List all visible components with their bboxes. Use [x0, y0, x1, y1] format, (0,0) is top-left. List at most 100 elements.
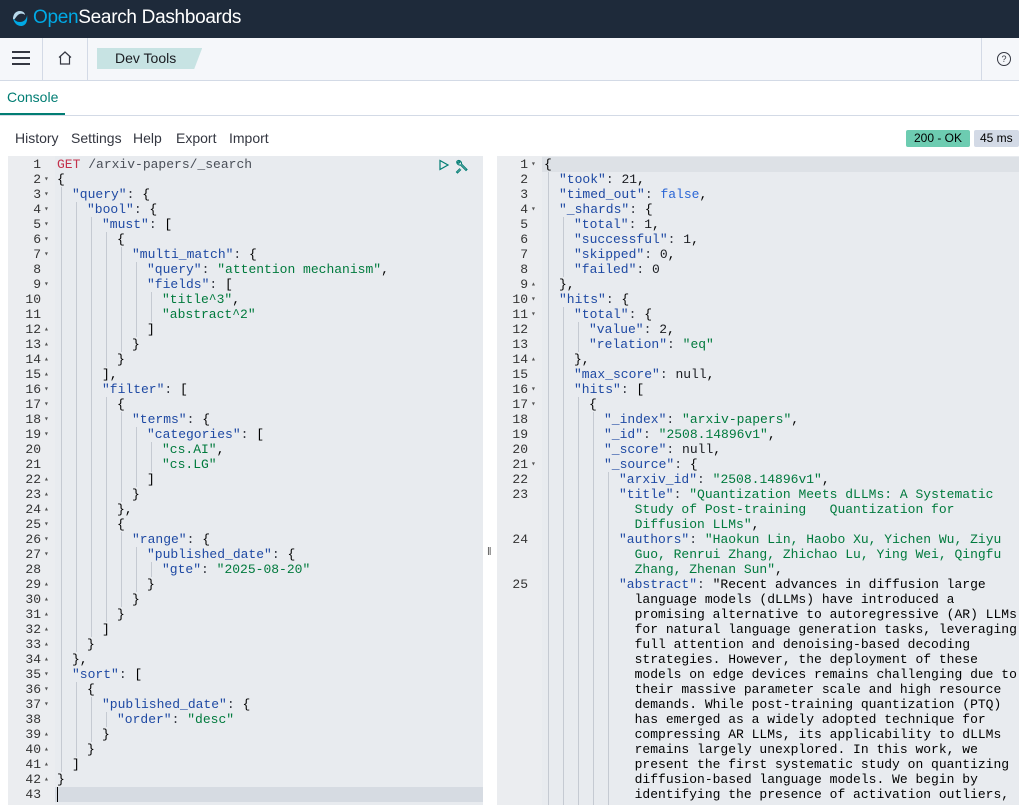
request-line-number: 29 — [25, 577, 41, 592]
fold-closed-icon[interactable]: ▴ — [44, 322, 49, 337]
hamburger-menu-icon[interactable] — [12, 51, 30, 67]
indent-guide — [548, 217, 549, 232]
fold-open-icon[interactable]: ▾ — [44, 682, 49, 697]
response-line-number: 13 — [512, 337, 528, 352]
indent-guide — [91, 262, 92, 277]
fold-open-icon[interactable]: ▾ — [44, 202, 49, 217]
indent-guide — [106, 532, 107, 547]
fold-open-icon[interactable]: ▾ — [44, 667, 49, 682]
fold-closed-icon[interactable]: ▴ — [44, 472, 49, 487]
fold-closed-icon[interactable]: ▴ — [44, 577, 49, 592]
indent-guide — [548, 322, 549, 337]
import-menu-item[interactable]: Import — [229, 130, 269, 146]
export-menu-item[interactable]: Export — [176, 130, 216, 146]
fold-open-icon[interactable]: ▾ — [44, 697, 49, 712]
fold-closed-icon[interactable]: ▴ — [44, 502, 49, 517]
fold-open-icon[interactable]: ▾ — [44, 217, 49, 232]
indent-guide — [76, 232, 77, 247]
indent-guide — [91, 457, 92, 472]
fold-closed-icon[interactable]: ▴ — [531, 352, 536, 367]
fold-closed-icon[interactable]: ▴ — [531, 277, 536, 292]
fold-closed-icon[interactable]: ▴ — [44, 622, 49, 637]
fold-open-icon[interactable]: ▾ — [531, 382, 536, 397]
fold-closed-icon[interactable]: ▴ — [44, 337, 49, 352]
fold-open-icon[interactable]: ▾ — [531, 157, 536, 172]
indent-guide — [106, 547, 107, 562]
response-viewer[interactable]: 1 ▾ 2 3 4 ▾ 5 6 7 8 9 ▴ 10 ▾ 11 ▾ 12 13 14 ▴ 15 16 ▾ 17 ▾ 18 19 20 2… — [497, 156, 1019, 805]
history-menu-item[interactable]: History — [15, 130, 59, 146]
request-line-number: 4 — [33, 202, 41, 217]
home-icon[interactable] — [57, 50, 73, 66]
response-line-number: 5 — [520, 217, 528, 232]
fold-open-icon[interactable]: ▾ — [44, 277, 49, 292]
settings-menu-item[interactable]: Settings — [71, 130, 122, 146]
indent-guide — [76, 727, 77, 742]
tab-console[interactable]: Console — [0, 81, 66, 115]
fold-closed-icon[interactable]: ▴ — [44, 727, 49, 742]
fold-closed-icon[interactable]: ▴ — [44, 607, 49, 622]
fold-open-icon[interactable]: ▾ — [44, 247, 49, 262]
fold-open-icon[interactable]: ▾ — [531, 307, 536, 322]
fold-open-icon[interactable]: ▾ — [531, 292, 536, 307]
indent-guide — [136, 547, 137, 562]
nav-divider — [42, 38, 43, 80]
request-line-number: 12 — [25, 322, 41, 337]
request-line-number: 38 — [25, 712, 41, 727]
fold-open-icon[interactable]: ▾ — [44, 412, 49, 427]
fold-closed-icon[interactable]: ▴ — [44, 487, 49, 502]
fold-closed-icon[interactable]: ▴ — [44, 757, 49, 772]
fold-open-icon[interactable]: ▾ — [44, 397, 49, 412]
fold-open-icon[interactable]: ▾ — [531, 397, 536, 412]
request-line-number: 35 — [25, 667, 41, 682]
fold-open-icon[interactable]: ▾ — [44, 172, 49, 187]
indent-guide — [548, 532, 549, 577]
indent-guide — [563, 412, 564, 427]
indent-guide — [61, 322, 62, 337]
fold-open-icon[interactable]: ▾ — [531, 202, 536, 217]
fold-closed-icon[interactable]: ▴ — [44, 742, 49, 757]
fold-open-icon[interactable]: ▾ — [531, 457, 536, 472]
wrench-icon[interactable] — [454, 159, 469, 174]
play-icon[interactable] — [438, 159, 450, 171]
fold-closed-icon[interactable]: ▴ — [44, 367, 49, 382]
indent-guide — [76, 322, 77, 337]
request-code[interactable]: GET /arxiv-papers/_search{"query": {"boo… — [55, 156, 483, 805]
fold-open-icon[interactable]: ▾ — [44, 532, 49, 547]
fold-open-icon[interactable]: ▾ — [44, 427, 49, 442]
request-line-number: 32 — [25, 622, 41, 637]
indent-guide — [121, 292, 122, 307]
fold-closed-icon[interactable]: ▴ — [44, 652, 49, 667]
indent-guide — [106, 262, 107, 277]
indent-guide — [593, 442, 594, 457]
help-icon[interactable]: ? — [997, 52, 1011, 66]
help-menu-item[interactable]: Help — [133, 130, 162, 146]
fold-closed-icon[interactable]: ▴ — [44, 592, 49, 607]
response-code[interactable]: {"took": 21, "timed_out": false, "_shards"… — [542, 156, 1019, 805]
fold-open-icon[interactable]: ▾ — [44, 232, 49, 247]
request-code-line: "fields": [ — [147, 277, 233, 292]
indent-guide — [106, 442, 107, 457]
fold-closed-icon[interactable]: ▴ — [44, 772, 49, 787]
indent-guide — [61, 592, 62, 607]
fold-open-icon[interactable]: ▾ — [44, 382, 49, 397]
response-code-line: "failed": 0 — [574, 262, 660, 277]
fold-closed-icon[interactable]: ▴ — [44, 352, 49, 367]
fold-open-icon[interactable]: ▾ — [44, 517, 49, 532]
indent-guide — [91, 247, 92, 262]
breadcrumb-dev-tools[interactable]: Dev Tools — [97, 48, 202, 69]
request-line-number: 14 — [25, 352, 41, 367]
indent-guide — [121, 532, 122, 547]
request-code-line: ] — [147, 472, 155, 487]
pane-resizer[interactable]: ‖ — [483, 156, 497, 805]
request-code-line: ], — [102, 367, 118, 382]
request-editor[interactable]: 1 2 ▾ 3 ▾ 4 ▾ 5 ▾ 6 ▾ 7 ▾ 8 9 ▾ 10 11 12 ▴ 13 ▴ 14 ▴ 15 ▴ 16 ▾ 17 ▾ 18… — [8, 156, 483, 805]
fold-closed-icon[interactable]: ▴ — [44, 637, 49, 652]
indent-guide — [91, 577, 92, 592]
indent-guide — [106, 412, 107, 427]
fold-open-icon[interactable]: ▾ — [44, 547, 49, 562]
indent-guide — [91, 622, 92, 637]
fold-open-icon[interactable]: ▾ — [44, 187, 49, 202]
opensearch-logo[interactable]: Open Search Dashboards — [10, 6, 241, 30]
request-code-line: "cs.AI", — [162, 442, 225, 457]
response-line-number: 10 — [512, 292, 528, 307]
